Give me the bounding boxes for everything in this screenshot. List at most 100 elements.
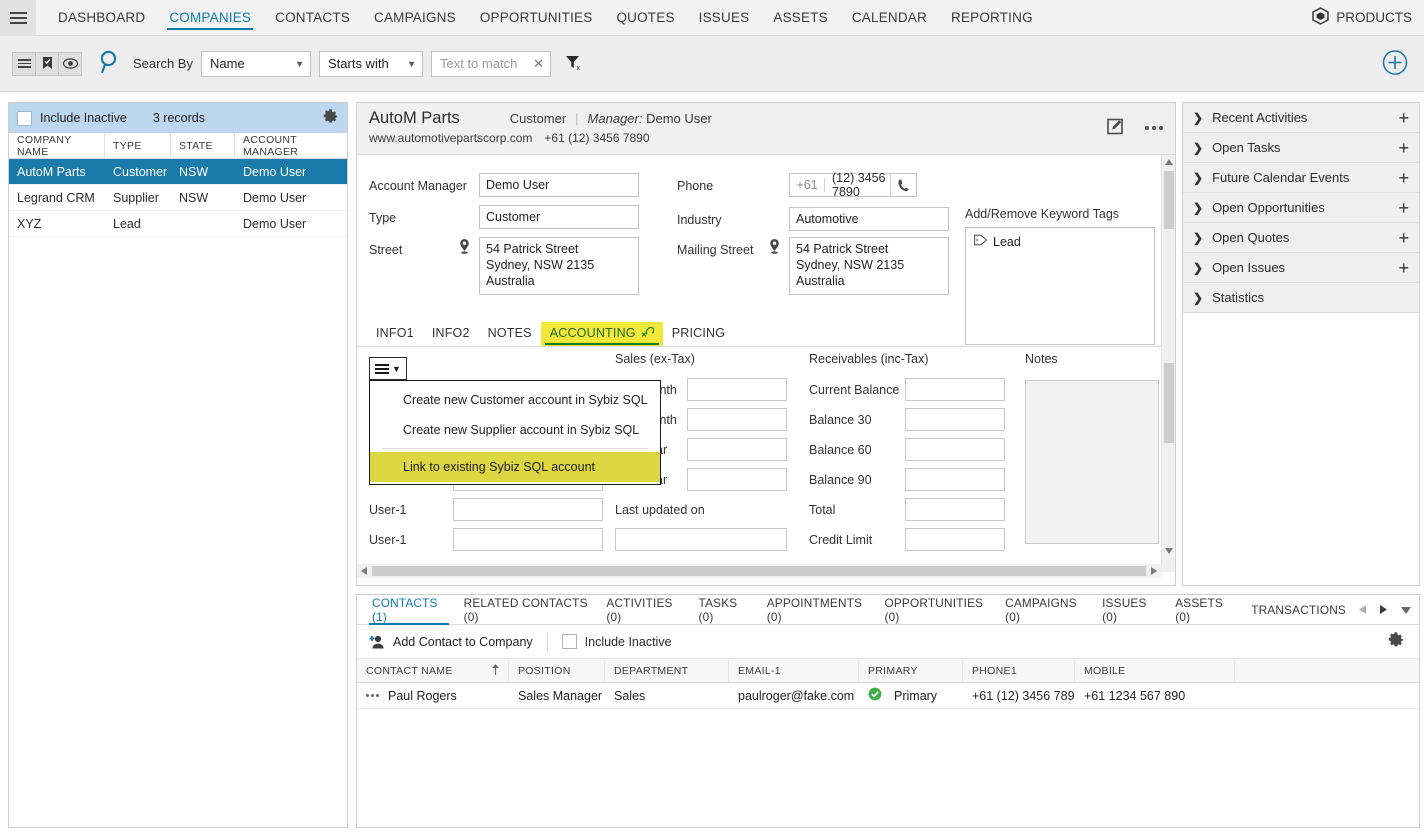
plus-icon[interactable]: + <box>1398 169 1409 187</box>
related-tab-related-contacts[interactable]: RELATED CONTACTS (0) <box>455 595 598 625</box>
company-list-row[interactable]: Legrand CRMSupplierNSWDemo User <box>9 185 347 211</box>
row-menu-dots-icon[interactable] <box>357 694 379 697</box>
industry-field[interactable]: Automotive <box>789 207 949 231</box>
column-header-primary[interactable]: PRIMARY <box>859 659 963 683</box>
scroll-right-arrow[interactable] <box>1147 564 1161 578</box>
column-header-type[interactable]: TYPE <box>105 133 171 159</box>
contacts-settings-button[interactable] <box>1388 632 1405 652</box>
user1-b-field[interactable] <box>453 528 603 551</box>
sidebar-item-open-quotes[interactable]: ❯Open Quotes+ <box>1183 223 1419 253</box>
context-menu-item[interactable]: Create new Supplier account in Sybiz SQL <box>370 415 660 445</box>
street-field[interactable]: 54 Patrick Street Sydney, NSW 2135 Austr… <box>479 237 639 295</box>
mailing-street-map-button[interactable] <box>769 239 780 257</box>
search-button[interactable] <box>99 50 121 77</box>
column-header-mobile[interactable]: MOBILE <box>1075 659 1235 683</box>
street-map-button[interactable] <box>459 239 470 257</box>
tab-prev-button[interactable] <box>1359 602 1366 617</box>
nav-item-issues[interactable]: ISSUES <box>687 0 762 35</box>
list-view-button[interactable] <box>12 52 36 76</box>
bookmark-button[interactable] <box>35 52 59 76</box>
related-tab-campaigns[interactable]: CAMPAIGNS (0) <box>996 595 1093 625</box>
plus-icon[interactable]: + <box>1398 259 1409 277</box>
column-header-position[interactable]: POSITION <box>509 659 605 683</box>
list-settings-button[interactable] <box>323 109 339 128</box>
credit-limit-field[interactable] <box>905 528 1005 551</box>
related-tab-tasks[interactable]: TASKS (0) <box>690 595 758 625</box>
sales-this-year-field[interactable] <box>687 438 787 461</box>
scrollbar-thumb[interactable] <box>1164 363 1174 443</box>
column-header-state[interactable]: STATE <box>171 133 235 159</box>
sidebar-item-open-opportunities[interactable]: ❯Open Opportunities+ <box>1183 193 1419 223</box>
more-options-button[interactable] <box>1145 126 1163 130</box>
nav-item-campaigns[interactable]: CAMPAIGNS <box>362 0 468 35</box>
related-tab-opportunities[interactable]: OPPORTUNITIES (0) <box>875 595 996 625</box>
column-header-email-1[interactable]: EMAIL-1 <box>729 659 859 683</box>
accounting-menu-button[interactable]: ▼ <box>369 357 407 380</box>
scroll-left-arrow[interactable] <box>357 564 371 578</box>
related-tab-activities[interactable]: ACTIVITIES (0) <box>597 595 689 625</box>
balance-30-field[interactable] <box>905 408 1005 431</box>
type-field[interactable]: Customer <box>479 205 639 229</box>
contacts-include-inactive-checkbox[interactable] <box>562 634 577 649</box>
products-button[interactable]: PRODUCTS <box>1312 0 1424 35</box>
tab-overflow-button[interactable] <box>1401 602 1411 617</box>
search-field-select[interactable]: Name ▼ <box>201 51 311 77</box>
related-tab-contacts[interactable]: CONTACTS (1) <box>363 595 455 625</box>
add-contact-button[interactable]: Add Contact to Company <box>369 635 533 649</box>
column-header-phone1[interactable]: PHONE1 <box>963 659 1075 683</box>
total-field[interactable] <box>905 498 1005 521</box>
clear-filter-button[interactable]: x <box>565 54 582 74</box>
nav-item-calendar[interactable]: CALENDAR <box>840 0 939 35</box>
accounting-horizontal-scrollbar[interactable] <box>357 564 1161 578</box>
related-tab-appointments[interactable]: APPOINTMENTS (0) <box>758 595 876 625</box>
sales-last-year-field[interactable] <box>687 468 787 491</box>
nav-item-quotes[interactable]: QUOTES <box>604 0 686 35</box>
plus-icon[interactable]: + <box>1398 109 1409 127</box>
current-balance-field[interactable] <box>905 378 1005 401</box>
include-inactive-checkbox[interactable] <box>17 111 32 126</box>
detail-tab-pricing[interactable]: PRICING <box>663 326 735 346</box>
main-menu-button[interactable] <box>0 0 36 36</box>
search-operator-select[interactable]: Starts with ▼ <box>319 51 423 77</box>
phone-field[interactable]: +61 (12) 3456 7890 <box>789 173 917 197</box>
related-tab-transactions[interactable]: TRANSACTIONS <box>1242 595 1355 625</box>
nav-item-opportunities[interactable]: OPPORTUNITIES <box>468 0 605 35</box>
column-header-account-manager[interactable]: ACCOUNT MANAGER <box>235 133 347 159</box>
nav-item-contacts[interactable]: CONTACTS <box>263 0 362 35</box>
company-list-row[interactable]: AutoM PartsCustomerNSWDemo User <box>9 159 347 185</box>
scroll-down-arrow[interactable] <box>1162 544 1176 558</box>
nav-item-assets[interactable]: ASSETS <box>761 0 839 35</box>
related-tab-issues[interactable]: ISSUES (0) <box>1093 595 1166 625</box>
hscrollbar-thumb[interactable] <box>372 566 1146 576</box>
tab-next-button[interactable] <box>1380 602 1387 617</box>
sidebar-item-recent-activities[interactable]: ❯Recent Activities+ <box>1183 103 1419 133</box>
sidebar-item-future-calendar-events[interactable]: ❯Future Calendar Events+ <box>1183 163 1419 193</box>
edit-record-button[interactable] <box>1107 117 1125 138</box>
form-vertical-scrollbar[interactable] <box>1161 155 1175 367</box>
company-list-row[interactable]: XYZLeadDemo User <box>9 211 347 237</box>
last-updated-on-field[interactable] <box>615 528 787 551</box>
plus-icon[interactable]: + <box>1398 199 1409 217</box>
keyword-tag[interactable]: Lead <box>974 234 1146 249</box>
preview-button[interactable] <box>58 52 82 76</box>
mailing-street-field[interactable]: 54 Patrick Street Sydney, NSW 2135 Austr… <box>789 237 949 295</box>
detail-tab-info1[interactable]: INFO1 <box>367 326 423 346</box>
sales-last-month-field[interactable] <box>687 408 787 431</box>
context-menu-item[interactable]: Link to existing Sybiz SQL account <box>370 452 660 482</box>
detail-tab-accounting[interactable]: ACCOUNTING <box>541 322 663 346</box>
balance-60-field[interactable] <box>905 438 1005 461</box>
clear-x-icon[interactable]: ✕ <box>533 56 544 72</box>
record-website[interactable]: www.automotivepartscorp.com <box>369 131 532 145</box>
context-menu-item[interactable]: Create new Customer account in Sybiz SQL <box>370 385 660 415</box>
search-input[interactable]: Text to match ✕ <box>431 51 551 77</box>
call-button[interactable] <box>890 174 916 196</box>
column-header-contact-name[interactable]: CONTACT NAME <box>357 659 509 683</box>
nav-item-reporting[interactable]: REPORTING <box>939 0 1045 35</box>
nav-item-companies[interactable]: COMPANIES <box>157 0 263 35</box>
scroll-up-arrow[interactable] <box>1162 155 1176 169</box>
column-header-department[interactable]: DEPARTMENT <box>605 659 729 683</box>
plus-icon[interactable]: + <box>1398 139 1409 157</box>
plus-icon[interactable]: + <box>1398 229 1409 247</box>
scrollbar-thumb[interactable] <box>1164 171 1174 229</box>
sales-this-month-field[interactable] <box>687 378 787 401</box>
